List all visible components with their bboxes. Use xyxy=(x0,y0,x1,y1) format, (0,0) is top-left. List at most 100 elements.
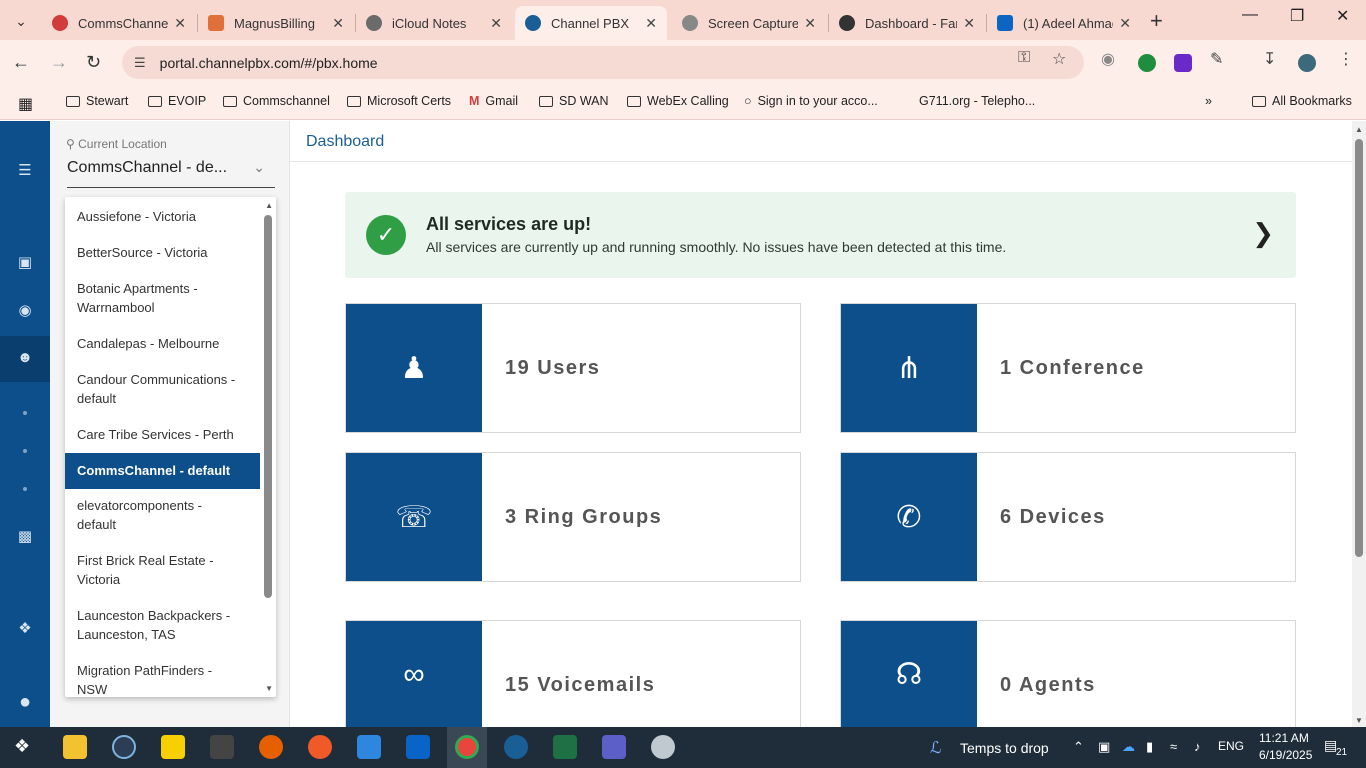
back-icon[interactable]: ← xyxy=(12,52,30,73)
tab-linkedin[interactable]: (1) Adeel Ahmad ✕ xyxy=(987,6,1141,40)
tab-channel-pbx[interactable]: Channel PBX ✕ xyxy=(515,6,667,40)
close-tab-icon[interactable]: ✕ xyxy=(490,15,502,32)
new-tab-icon[interactable]: + xyxy=(1150,8,1163,34)
download-icon[interactable]: ↧ xyxy=(1263,49,1276,69)
close-window-icon[interactable]: ✕ xyxy=(1336,6,1349,26)
scroll-up-icon[interactable]: ▲ xyxy=(265,201,273,210)
bookmark-g711[interactable]: G711.org - Telepho... xyxy=(919,94,1035,108)
account-icon[interactable]: ● xyxy=(0,691,50,714)
location-option[interactable]: BetterSource - Victoria xyxy=(65,243,260,262)
location-option[interactable]: elevatorcomponents - default xyxy=(65,496,260,534)
chrome-icon[interactable] xyxy=(455,735,479,759)
close-tab-icon[interactable]: ✕ xyxy=(174,15,186,32)
tab-search-icon[interactable]: ⌄ xyxy=(8,8,34,34)
tab-icloud-notes[interactable]: iCloud Notes ✕ xyxy=(356,6,512,40)
restore-icon[interactable]: ❐ xyxy=(1290,6,1304,26)
close-tab-icon[interactable]: ✕ xyxy=(1119,15,1131,32)
breadcrumb[interactable]: Dashboard xyxy=(306,133,384,151)
ring-groups-card[interactable]: ☏ 3 Ring Groups xyxy=(345,452,801,582)
bookmark-microsoft-certs[interactable]: Microsoft Certs xyxy=(347,94,451,108)
location-select[interactable]: CommsChannel - de... ⌄ xyxy=(67,159,275,188)
minimize-icon[interactable]: — xyxy=(1242,6,1258,24)
tray-chevron-up-icon[interactable]: ⌃ xyxy=(1073,739,1084,755)
location-option[interactable]: Care Tribe Services - Perth xyxy=(65,425,260,444)
tab-magnusbilling[interactable]: MagnusBilling ✕ xyxy=(198,6,354,40)
address-bar[interactable]: ☰ portal.channelpbx.com/#/pbx.home xyxy=(122,46,1084,79)
language-indicator[interactable]: ENG xyxy=(1218,739,1244,753)
scroll-down-icon[interactable]: ▼ xyxy=(265,684,273,693)
scroll-up-icon[interactable]: ▲ xyxy=(1355,125,1363,134)
extension-n-icon[interactable] xyxy=(1174,54,1192,72)
apps-grid-icon[interactable]: ▦ xyxy=(18,94,33,114)
location-option[interactable]: Migration PathFinders - NSW xyxy=(65,661,260,697)
agents-card[interactable]: ☊ 0 Agents xyxy=(840,620,1296,728)
app-other-icon[interactable] xyxy=(651,735,675,759)
firefox-icon[interactable] xyxy=(259,735,283,759)
scroll-thumb[interactable] xyxy=(1355,139,1363,557)
location-option[interactable]: Aussiefone - Victoria xyxy=(65,207,260,226)
bookmark-all-bookmarks[interactable]: All Bookmarks xyxy=(1252,94,1352,108)
tab-screen-capture[interactable]: Screen Capture ✕ xyxy=(672,6,826,40)
tray-app-icon[interactable]: ▣ xyxy=(1098,739,1110,755)
close-tab-icon[interactable]: ✕ xyxy=(332,15,344,32)
location-option[interactable]: CommsChannel - default xyxy=(65,453,260,489)
app-circle-icon[interactable] xyxy=(112,735,136,759)
wifi-icon[interactable]: ≈ xyxy=(1170,739,1177,754)
channelpbx-app-icon[interactable] xyxy=(504,735,528,759)
excel-icon[interactable] xyxy=(553,735,577,759)
clock-time[interactable]: 11:21 AM xyxy=(1259,731,1309,745)
voicemails-card[interactable]: ∞ 15 Voicemails xyxy=(345,620,801,728)
location-pin-icon[interactable]: ◉ xyxy=(0,301,50,319)
devices-card[interactable]: ✆ 6 Devices xyxy=(840,452,1296,582)
close-tab-icon[interactable]: ✕ xyxy=(963,15,975,32)
location-option[interactable]: Candour Communications - default xyxy=(65,370,260,408)
forward-icon[interactable]: → xyxy=(50,52,68,73)
onedrive-icon[interactable]: ☁ xyxy=(1122,739,1135,755)
puzzle-icon[interactable]: ❖ xyxy=(0,619,50,637)
menu-hamburger-icon[interactable]: ☰ xyxy=(0,161,50,179)
clock-date[interactable]: 6/19/2025 xyxy=(1259,748,1312,762)
bookmark-sd-wan[interactable]: SD WAN xyxy=(539,94,609,108)
postman-icon[interactable] xyxy=(308,735,332,759)
profile-avatar[interactable] xyxy=(1298,54,1316,72)
bookmark-sign-in[interactable]: ○ Sign in to your acco... xyxy=(744,94,878,108)
outlook-icon[interactable] xyxy=(406,735,430,759)
sticky-notes-icon[interactable] xyxy=(161,735,185,759)
menu-kebab-icon[interactable]: ⋮ xyxy=(1338,49,1354,69)
azure-icon[interactable] xyxy=(357,735,381,759)
users-card[interactable]: ♟ 19 Users xyxy=(345,303,801,433)
3cx-icon[interactable] xyxy=(210,735,234,759)
conference-card[interactable]: ⋔ 1 Conference xyxy=(840,303,1296,433)
status-banner[interactable]: ✓ All services are up! All services are … xyxy=(345,192,1296,278)
bookmark-gmail[interactable]: M Gmail xyxy=(469,94,518,108)
password-key-icon[interactable]: ⚿ xyxy=(1018,49,1030,67)
grammarly-extension-icon[interactable] xyxy=(1138,54,1156,72)
close-tab-icon[interactable]: ✕ xyxy=(645,15,657,32)
bookmark-evoip[interactable]: EVOIP xyxy=(148,94,206,108)
site-info-icon[interactable]: ☰ xyxy=(134,55,146,71)
store-icon[interactable]: ▣ xyxy=(0,253,50,271)
file-explorer-icon[interactable] xyxy=(63,735,87,759)
bookmark-star-icon[interactable]: ☆ xyxy=(1052,49,1066,69)
camera-icon[interactable]: ◉ xyxy=(1101,49,1115,69)
tab-commschannel[interactable]: CommsChannel ✕ xyxy=(42,6,196,40)
bookmark-webex-calling[interactable]: WebEx Calling xyxy=(627,94,729,108)
sitemap-icon[interactable]: ▩ xyxy=(0,527,50,545)
location-option[interactable]: First Brick Real Estate - Victoria xyxy=(65,551,260,589)
windows-start-icon[interactable]: ❖ xyxy=(14,736,30,757)
dropdown-scrollbar[interactable] xyxy=(264,215,272,598)
users-group-icon[interactable]: ☻ xyxy=(0,349,50,366)
close-tab-icon[interactable]: ✕ xyxy=(804,15,816,32)
reload-icon[interactable]: ↻ xyxy=(86,52,101,73)
location-dropdown[interactable]: Aussiefone - Victoria BetterSource - Vict… xyxy=(65,197,276,697)
bookmark-commschannel[interactable]: Commschannel xyxy=(223,94,330,108)
extensions-puzzle-icon[interactable]: ✎ xyxy=(1210,49,1223,69)
bookmark-stewart[interactable]: Stewart xyxy=(66,94,128,108)
chevron-right-icon[interactable]: ❯ xyxy=(1252,218,1274,249)
tab-dashboard[interactable]: Dashboard - Fan ✕ xyxy=(829,6,985,40)
weather-text[interactable]: Temps to drop xyxy=(960,740,1049,756)
battery-icon[interactable]: ▮ xyxy=(1146,739,1153,755)
scroll-down-icon[interactable]: ▼ xyxy=(1355,716,1363,725)
teams-icon[interactable] xyxy=(602,735,626,759)
page-scrollbar[interactable]: ▲ ▼ xyxy=(1352,121,1366,727)
